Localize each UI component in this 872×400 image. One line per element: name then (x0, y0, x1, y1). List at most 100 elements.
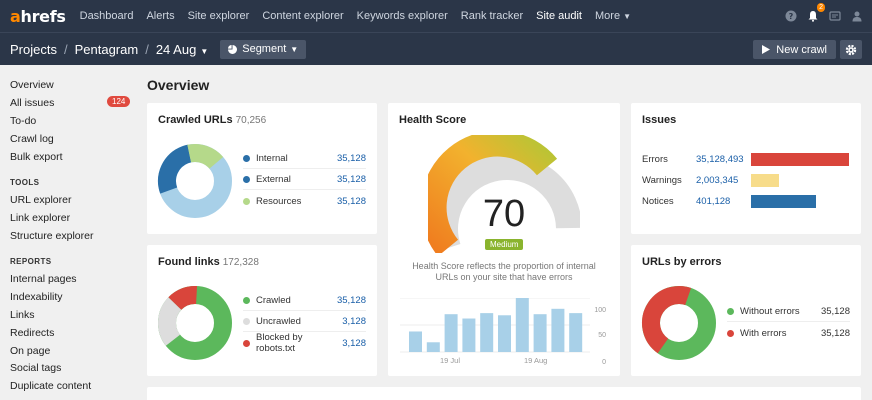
message-icon[interactable] (828, 9, 842, 23)
legend-row-crawled[interactable]: Crawled 35,128 (243, 291, 366, 311)
sidebar-item-on-page[interactable]: On page (10, 345, 50, 357)
sidebar-item-todo[interactable]: To-do (10, 115, 36, 127)
legend-row-without-errors[interactable]: Without errors 35,128 (727, 302, 850, 322)
legend-row-with-errors[interactable]: With errors 35,128 (727, 323, 850, 343)
sidebar-item-social-tags[interactable]: Social tags (10, 362, 61, 374)
card-title: Crawled URLs 70,256 (158, 114, 267, 126)
breadcrumb-projects[interactable]: Projects (10, 42, 57, 57)
card-title: Health Score (399, 114, 467, 126)
health-score-value: 70 (482, 193, 526, 235)
sidebar-item-all-issues[interactable]: All issues (10, 97, 54, 109)
ahrefs-logo[interactable]: ahrefs (10, 7, 66, 26)
sidebar-item-structure-explorer[interactable]: Structure explorer (10, 230, 93, 242)
card-count: 172,328 (222, 257, 259, 268)
legend-row-external[interactable]: External 35,128 (243, 170, 366, 190)
user-icon[interactable] (850, 9, 864, 23)
y-tick-label: 100 (594, 307, 606, 314)
new-crawl-button[interactable]: New crawl (753, 40, 836, 59)
settings-button[interactable] (840, 40, 862, 59)
health-history-bar[interactable] (462, 318, 476, 352)
crawled-urls-card: Crawled URLs 70,256 Internal 35,128 Exter… (147, 103, 377, 234)
legend-row-internal[interactable]: Internal 35,128 (243, 149, 366, 169)
legend-row-resources[interactable]: Resources 35,128 (243, 191, 366, 211)
bell-icon[interactable]: 2 (806, 3, 825, 23)
issue-bar[interactable] (751, 153, 849, 166)
card-title: Found links 172,328 (158, 256, 259, 268)
health-history-bar[interactable] (515, 298, 529, 352)
sidebar-item-links[interactable]: Links (10, 309, 35, 321)
urls-by-errors-card: URLs by errors Without errors 35,128 Wit… (631, 245, 861, 376)
health-history-bar[interactable] (533, 314, 547, 352)
legend-dot (243, 339, 250, 347)
sidebar-item-bulk-export[interactable]: Bulk export (10, 151, 63, 163)
health-history-bar[interactable] (444, 314, 458, 352)
sidebar-item-duplicate-content[interactable]: Duplicate content (10, 380, 91, 392)
issue-row-warnings[interactable]: Warnings 2,003,345 (642, 170, 852, 190)
issue-row-notices[interactable]: Notices 401,128 (642, 191, 852, 211)
project-bar: Projects / Pentagram / 24 Aug ▼ Segment ▼ … (0, 32, 872, 65)
breadcrumb-separator: / (63, 41, 68, 57)
sidebar-item-overview[interactable]: Overview (10, 79, 54, 91)
health-description: Health Score reflects the proportion of … (412, 261, 596, 282)
x-axis-label: 19 Jul (440, 356, 461, 365)
health-history-bar[interactable] (569, 313, 583, 352)
next-section-card (147, 387, 861, 400)
issues-card: Issues Errors 35,128,493 Warnings 2,003,… (631, 103, 861, 234)
crawled-urls-donut (158, 144, 232, 218)
health-score-card: Health Score 70 Medium Health Score refl… (388, 103, 620, 376)
sidebar-item-crawl-log[interactable]: Crawl log (10, 133, 54, 145)
legend-dot (243, 197, 250, 205)
sidebar-item-url-explorer[interactable]: URL explorer (10, 194, 71, 206)
health-history-bar[interactable] (551, 308, 565, 352)
breadcrumb: Projects / Pentagram / 24 Aug ▼ (10, 42, 208, 57)
page-title: Overview (147, 77, 210, 93)
legend-dot (243, 297, 250, 304)
crawl-date-dropdown[interactable]: 24 Aug ▼ (156, 42, 208, 57)
chevron-down-icon: ▼ (290, 44, 299, 54)
health-level-badge: Medium (485, 239, 524, 250)
legend-dot (727, 329, 734, 337)
chevron-down-icon: ▼ (623, 12, 631, 21)
sidebar-item-redirects[interactable]: Redirects (10, 327, 54, 339)
help-icon[interactable]: ? (784, 9, 798, 23)
health-history-bar[interactable] (426, 342, 440, 352)
nav-more[interactable]: More ▼ (595, 10, 631, 22)
nav-site-explorer[interactable]: Site explorer (188, 10, 250, 22)
legend-dot (243, 318, 250, 325)
breadcrumb-separator: / (145, 41, 149, 57)
health-history-bar[interactable] (498, 315, 511, 352)
health-history-bar[interactable] (480, 313, 494, 352)
top-navigation: ahrefs Dashboard Alerts Site explorer Co… (0, 0, 872, 32)
nav-content-explorer[interactable]: Content explorer (262, 10, 343, 22)
legend-row-blocked[interactable]: Blocked by robots.txt 3,128 (243, 332, 366, 354)
nav-dashboard[interactable]: Dashboard (80, 10, 134, 22)
play-icon (762, 45, 771, 54)
nav-alerts[interactable]: Alerts (146, 10, 174, 22)
nav-keywords-explorer[interactable]: Keywords explorer (357, 10, 448, 22)
sidebar-heading-reports: REPORTS (10, 257, 52, 266)
nav-rank-tracker[interactable]: Rank tracker (461, 10, 523, 22)
health-history-bar[interactable] (409, 331, 422, 352)
sidebar-item-internal-pages[interactable]: Internal pages (10, 273, 77, 285)
legend-dot (243, 176, 250, 183)
segment-button[interactable]: Segment ▼ (220, 39, 307, 59)
sidebar-heading-tools: TOOLS (10, 178, 40, 187)
svg-text:?: ? (789, 12, 794, 21)
card-count: 70,256 (235, 115, 267, 126)
issues-count-badge: 124 (107, 96, 131, 107)
issue-bar[interactable] (751, 174, 779, 187)
sidebar-item-indexability[interactable]: Indexability (10, 291, 63, 303)
nav-site-audit[interactable]: Site audit (536, 10, 582, 22)
sidebar-item-link-explorer[interactable]: Link explorer (10, 212, 70, 224)
breadcrumb-project[interactable]: Pentagram (75, 42, 139, 57)
legend-row-uncrawled[interactable]: Uncrawled 3,128 (243, 312, 366, 332)
y-tick-label: 0 (602, 359, 606, 364)
legend-dot (727, 308, 734, 315)
found-links-donut (158, 286, 232, 361)
issue-bar[interactable] (751, 195, 816, 208)
notification-badge: 2 (817, 3, 825, 12)
gear-icon (845, 44, 857, 55)
urls-by-errors-donut (642, 286, 716, 360)
chevron-down-icon: ▼ (200, 46, 209, 56)
health-history-chart: 100 50 0 (400, 298, 606, 364)
